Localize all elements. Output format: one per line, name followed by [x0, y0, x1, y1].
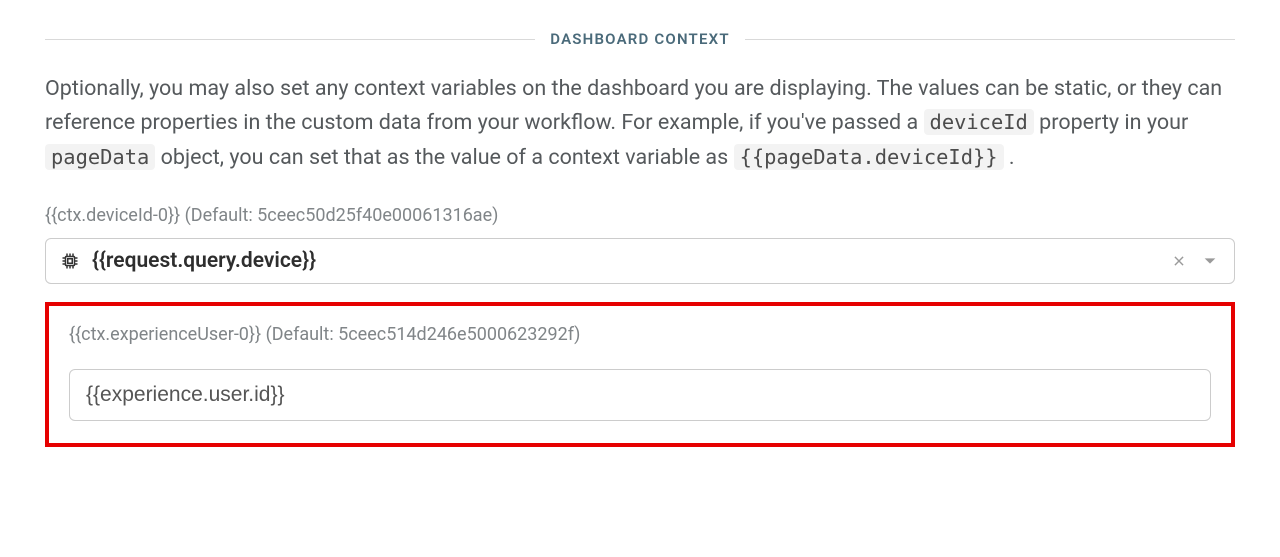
device-field-group: {{ctx.deviceId-0}} (Default: 5ceec50d25f…	[45, 205, 1235, 284]
highlighted-field-box: {{ctx.experienceUser-0}} (Default: 5ceec…	[45, 302, 1235, 447]
desc-part-6: .	[1009, 145, 1015, 170]
device-select[interactable]: {{request.query.device}}	[45, 238, 1235, 284]
device-select-value: {{request.query.device}}	[92, 249, 1170, 273]
dashboard-context-header: DASHBOARD CONTEXT	[45, 30, 1235, 48]
section-title: DASHBOARD CONTEXT	[550, 30, 730, 48]
code-deviceid: deviceId	[924, 109, 1034, 135]
desc-part-4: object, you can set that as the value of…	[161, 145, 734, 170]
section-description: Optionally, you may also set any context…	[45, 72, 1235, 175]
code-pagedata: pageData	[45, 144, 155, 170]
clear-icon[interactable]	[1170, 252, 1188, 270]
experience-user-input[interactable]	[69, 369, 1211, 421]
device-field-label: {{ctx.deviceId-0}} (Default: 5ceec50d25f…	[45, 205, 1235, 226]
chevron-down-icon[interactable]	[1200, 251, 1220, 271]
experience-user-field-label: {{ctx.experienceUser-0}} (Default: 5ceec…	[69, 324, 1211, 345]
desc-part-2: property in your	[1039, 110, 1188, 135]
divider-right	[745, 39, 1235, 40]
divider-left	[45, 39, 535, 40]
code-template-expr: {{pageData.deviceId}}	[734, 144, 1004, 170]
chip-icon	[60, 251, 80, 271]
